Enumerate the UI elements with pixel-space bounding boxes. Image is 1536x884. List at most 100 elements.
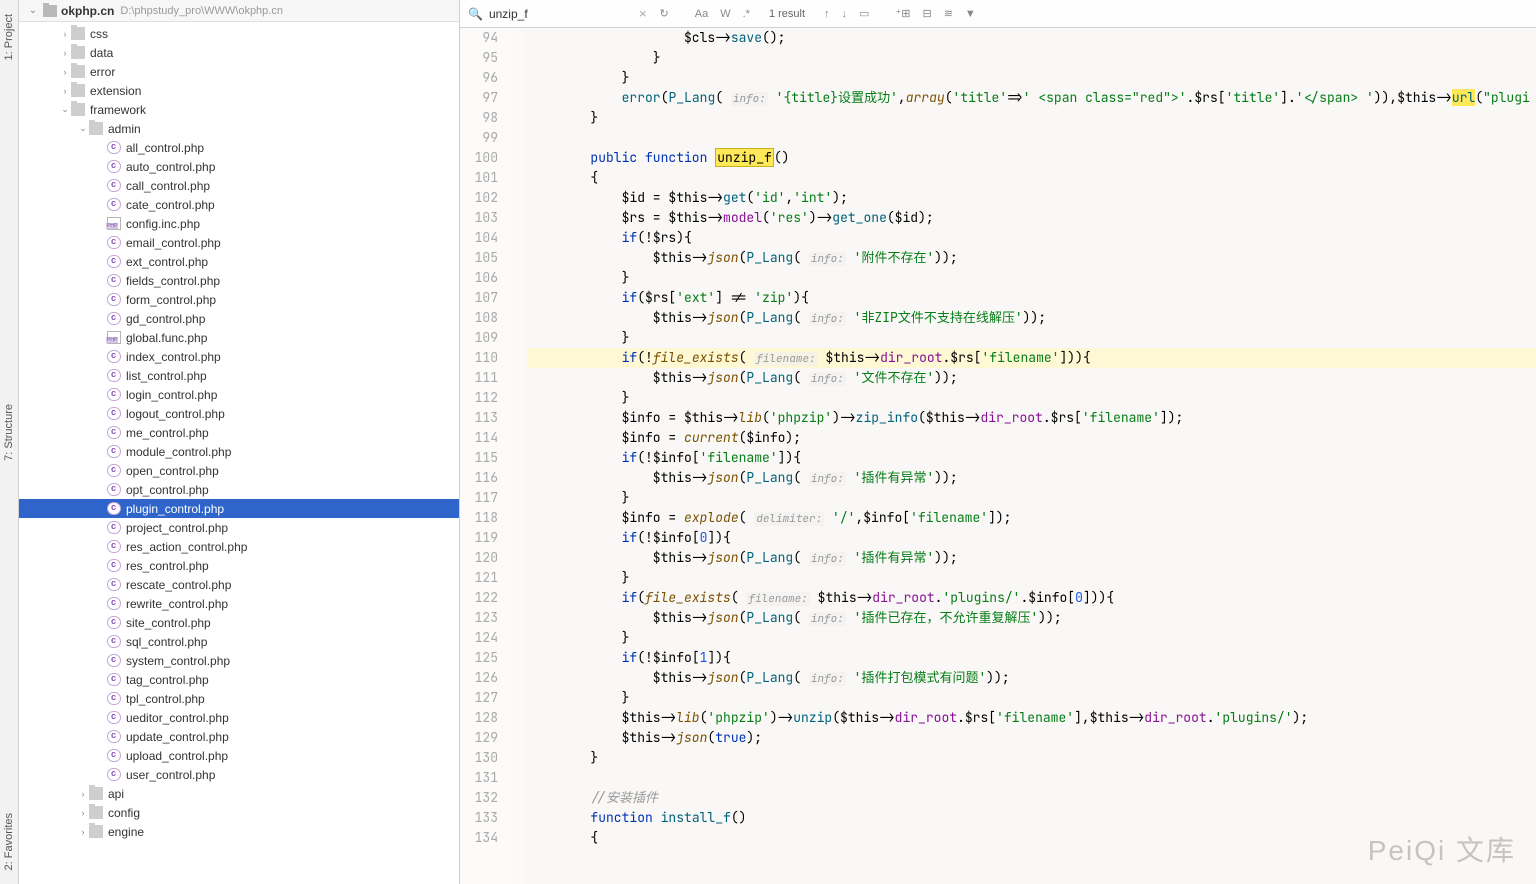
php-file-icon bbox=[107, 730, 121, 743]
chevron-right-icon: › bbox=[77, 808, 89, 818]
tree-item-label: extension bbox=[90, 84, 141, 98]
tree-item-label: rewrite_control.php bbox=[126, 597, 228, 611]
match-case-toggle[interactable]: Aa bbox=[692, 8, 711, 20]
tree-file[interactable]: index_control.php bbox=[19, 347, 459, 366]
tree-file[interactable]: me_control.php bbox=[19, 423, 459, 442]
tree-file[interactable]: list_control.php bbox=[19, 366, 459, 385]
file-tree[interactable]: ›css›data›error›extension⌄framework⌄admi… bbox=[19, 22, 459, 884]
tree-file[interactable]: user_control.php bbox=[19, 765, 459, 784]
php-file-icon bbox=[107, 749, 121, 762]
rail-tab-favorites[interactable]: 2: Favorites bbox=[1, 807, 17, 876]
tree-folder[interactable]: ›config bbox=[19, 803, 459, 822]
tree-file[interactable]: config.inc.php bbox=[19, 214, 459, 233]
php-file-icon bbox=[107, 445, 121, 458]
tree-file[interactable]: ext_control.php bbox=[19, 252, 459, 271]
toggle-selection-icon[interactable]: ≋ bbox=[941, 7, 956, 20]
tree-folder[interactable]: ›error bbox=[19, 62, 459, 81]
tree-item-label: email_control.php bbox=[126, 236, 221, 250]
php-file-icon bbox=[107, 711, 121, 724]
php-file-icon bbox=[107, 217, 121, 230]
tree-file[interactable]: project_control.php bbox=[19, 518, 459, 537]
tree-file[interactable]: system_control.php bbox=[19, 651, 459, 670]
filter-icon[interactable]: ▼ bbox=[962, 8, 979, 20]
tree-file[interactable]: call_control.php bbox=[19, 176, 459, 195]
tree-file[interactable]: rescate_control.php bbox=[19, 575, 459, 594]
php-file-icon bbox=[107, 331, 121, 344]
tree-file[interactable]: form_control.php bbox=[19, 290, 459, 309]
tree-folder[interactable]: ›data bbox=[19, 43, 459, 62]
watermark: PeiQi 文库 bbox=[1368, 829, 1516, 869]
tree-folder[interactable]: ›css bbox=[19, 24, 459, 43]
tree-file[interactable]: rewrite_control.php bbox=[19, 594, 459, 613]
remove-selection-icon[interactable]: ⊟ bbox=[919, 7, 934, 20]
chevron-right-icon: › bbox=[59, 67, 71, 77]
tree-file[interactable]: upload_control.php bbox=[19, 746, 459, 765]
tree-file[interactable]: module_control.php bbox=[19, 442, 459, 461]
project-root-name: okphp.cn bbox=[61, 4, 114, 18]
tree-item-label: open_control.php bbox=[126, 464, 219, 478]
tree-file[interactable]: open_control.php bbox=[19, 461, 459, 480]
project-root-path: D:\phpstudy_pro\WWW\okphp.cn bbox=[120, 5, 283, 17]
history-icon[interactable]: ↻ bbox=[657, 7, 672, 20]
code-editor[interactable]: 9495969798991001011021031041051061071081… bbox=[460, 28, 1536, 884]
tree-item-label: gd_control.php bbox=[126, 312, 205, 326]
code-content[interactable]: $cls->save(); } } error(P_Lang( info: '{… bbox=[524, 28, 1536, 884]
tree-file[interactable]: logout_control.php bbox=[19, 404, 459, 423]
tree-file[interactable]: opt_control.php bbox=[19, 480, 459, 499]
tree-file[interactable]: res_control.php bbox=[19, 556, 459, 575]
tree-file[interactable]: update_control.php bbox=[19, 727, 459, 746]
php-file-icon bbox=[107, 654, 121, 667]
tree-item-label: plugin_control.php bbox=[126, 502, 224, 516]
tree-item-label: sql_control.php bbox=[126, 635, 207, 649]
tree-item-label: opt_control.php bbox=[126, 483, 209, 497]
tree-file[interactable]: login_control.php bbox=[19, 385, 459, 404]
tree-item-label: site_control.php bbox=[126, 616, 211, 630]
tree-item-label: ext_control.php bbox=[126, 255, 208, 269]
tree-file[interactable]: site_control.php bbox=[19, 613, 459, 632]
find-input[interactable] bbox=[489, 7, 629, 21]
tree-file[interactable]: email_control.php bbox=[19, 233, 459, 252]
php-file-icon bbox=[107, 426, 121, 439]
tree-item-label: css bbox=[90, 27, 108, 41]
tree-file[interactable]: res_action_control.php bbox=[19, 537, 459, 556]
tree-item-label: login_control.php bbox=[126, 388, 217, 402]
tree-item-label: admin bbox=[108, 122, 141, 136]
tree-file[interactable]: all_control.php bbox=[19, 138, 459, 157]
left-tool-rail: 1: Project 7: Structure 2: Favorites bbox=[0, 0, 19, 884]
words-toggle[interactable]: W bbox=[717, 8, 733, 20]
editor-panel: 🔍 × ↻ Aa W .* 1 result ↑ ↓ ▭ ⁺⊞ ⊟ ≋ ▼ 94… bbox=[460, 0, 1536, 884]
project-header[interactable]: ⌄ okphp.cn D:\phpstudy_pro\WWW\okphp.cn bbox=[19, 0, 459, 22]
rail-tab-structure[interactable]: 7: Structure bbox=[1, 398, 17, 467]
regex-toggle[interactable]: .* bbox=[740, 8, 753, 20]
tree-file[interactable]: fields_control.php bbox=[19, 271, 459, 290]
tree-folder[interactable]: › extension bbox=[19, 81, 459, 100]
tree-file[interactable]: tpl_control.php bbox=[19, 689, 459, 708]
tree-file[interactable]: plugin_control.php bbox=[19, 499, 459, 518]
add-selection-icon[interactable]: ⁺⊞ bbox=[892, 7, 913, 20]
chevron-right-icon: › bbox=[77, 789, 89, 799]
tree-item-label: fields_control.php bbox=[126, 274, 220, 288]
tree-file[interactable]: cate_control.php bbox=[19, 195, 459, 214]
clear-search-icon[interactable]: × bbox=[635, 6, 651, 21]
chevron-right-icon: › bbox=[59, 86, 71, 96]
tree-folder[interactable]: ⌄admin bbox=[19, 119, 459, 138]
tree-item-label: global.func.php bbox=[126, 331, 207, 345]
php-file-icon bbox=[107, 369, 121, 382]
php-file-icon bbox=[107, 255, 121, 268]
prev-match-icon[interactable]: ↑ bbox=[821, 8, 833, 20]
php-file-icon bbox=[107, 179, 121, 192]
tree-file[interactable]: gd_control.php bbox=[19, 309, 459, 328]
rail-tab-project[interactable]: 1: Project bbox=[1, 8, 17, 66]
select-all-icon[interactable]: ▭ bbox=[856, 7, 872, 20]
tree-folder[interactable]: ⌄framework bbox=[19, 100, 459, 119]
tree-file[interactable]: global.func.php bbox=[19, 328, 459, 347]
tree-folder[interactable]: ›engine bbox=[19, 822, 459, 841]
tree-file[interactable]: sql_control.php bbox=[19, 632, 459, 651]
tree-folder[interactable]: ›api bbox=[19, 784, 459, 803]
php-file-icon bbox=[107, 673, 121, 686]
tree-file[interactable]: tag_control.php bbox=[19, 670, 459, 689]
php-file-icon bbox=[107, 578, 121, 591]
tree-file[interactable]: auto_control.php bbox=[19, 157, 459, 176]
next-match-icon[interactable]: ↓ bbox=[839, 8, 851, 20]
tree-file[interactable]: ueditor_control.php bbox=[19, 708, 459, 727]
